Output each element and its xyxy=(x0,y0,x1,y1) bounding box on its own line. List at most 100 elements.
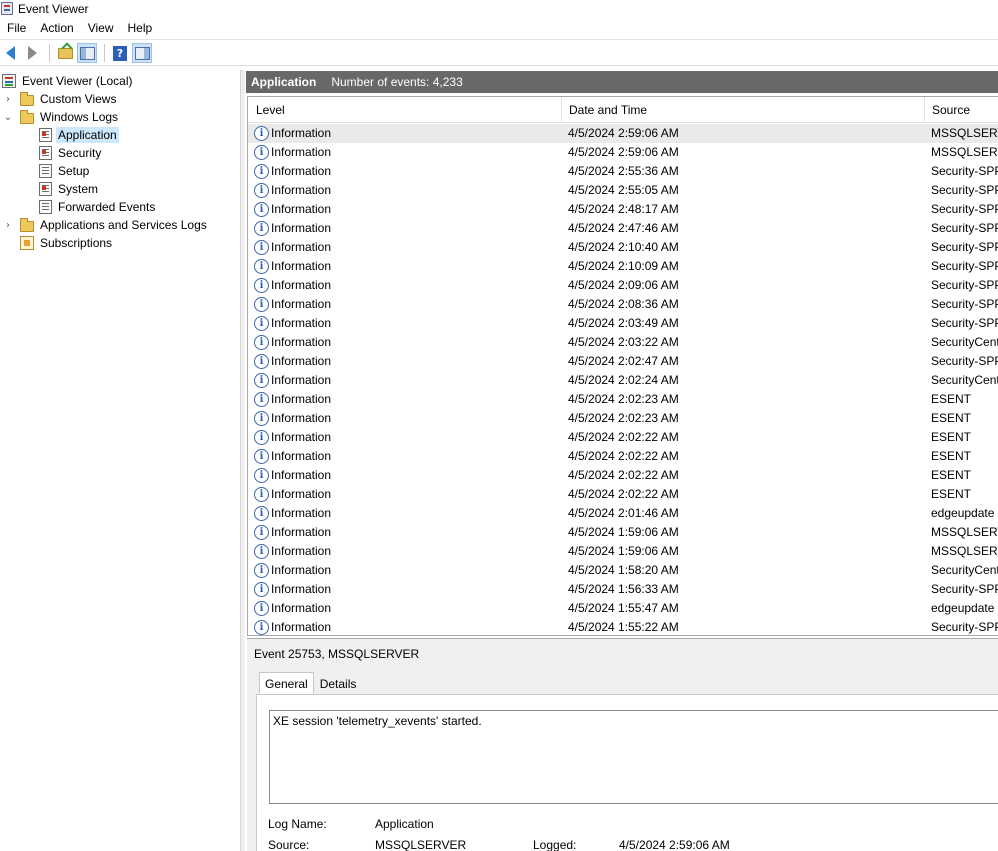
tree-item-subscriptions[interactable]: Subscriptions xyxy=(20,234,114,252)
show-hide-console-tree-button[interactable] xyxy=(77,43,97,63)
cell-source: Security-SPP xyxy=(931,354,998,368)
table-row[interactable]: i Information 4/5/2024 1:58:20 AM SecurityC… xyxy=(248,561,998,580)
forward-button[interactable] xyxy=(22,43,42,63)
up-folder-button[interactable] xyxy=(55,43,75,63)
table-row[interactable]: i Information 4/5/2024 2:02:47 AM Security-… xyxy=(248,352,998,371)
information-icon: i xyxy=(254,202,269,217)
cell-level: Information xyxy=(271,316,332,330)
events-grid: Level Date and Time Source i Information 4… xyxy=(247,96,998,636)
table-row[interactable]: i Information 4/5/2024 2:01:46 AM edgeupdat… xyxy=(248,504,998,523)
cell-level: Information xyxy=(271,126,332,140)
help-button[interactable]: ? xyxy=(110,43,130,63)
cell-source: Security-SPP xyxy=(931,202,998,216)
table-row[interactable]: i Information 4/5/2024 2:02:23 AM ESENT xyxy=(248,390,998,409)
tree-item-windows-logs[interactable]: Windows Logs xyxy=(20,108,120,126)
table-row[interactable]: i Information 4/5/2024 2:10:40 AM Security-… xyxy=(248,238,998,257)
show-hide-action-pane-button[interactable] xyxy=(132,43,152,63)
tree-item-custom-views[interactable]: Custom Views xyxy=(20,90,118,108)
table-row[interactable]: i Information 4/5/2024 2:10:09 AM Security-… xyxy=(248,257,998,276)
information-icon: i xyxy=(254,278,269,293)
table-row[interactable]: i Information 4/5/2024 2:09:06 AM Security-… xyxy=(248,276,998,295)
information-icon: i xyxy=(254,430,269,445)
table-row[interactable]: i Information 4/5/2024 2:48:17 AM Security-… xyxy=(248,200,998,219)
cell-source: SecurityCenter xyxy=(931,373,998,387)
chevron-down-icon[interactable]: ⌄ xyxy=(3,112,13,123)
cell-date-time: 4/5/2024 1:59:06 AM xyxy=(568,525,679,539)
event-description-box[interactable]: XE session 'telemetry_xevents' started. xyxy=(269,710,998,804)
cell-source: MSSQLSERVER xyxy=(931,544,998,558)
cell-source: ESENT xyxy=(931,449,972,463)
table-row[interactable]: i Information 4/5/2024 1:55:22 AM Security-… xyxy=(248,618,998,635)
show-hide-action-pane-icon xyxy=(134,46,150,60)
table-row[interactable]: iInformation 4/5/2024 1:59:06 AM MSSQLSERV… xyxy=(248,542,998,561)
cell-level: Information xyxy=(271,563,332,577)
cell-level: Information xyxy=(271,449,332,463)
tree-item-security[interactable]: Security xyxy=(39,144,103,162)
chevron-right-icon[interactable]: › xyxy=(3,220,13,231)
column-header-date-time[interactable]: Date and Time xyxy=(562,97,924,123)
table-row[interactable]: i Information 4/5/2024 2:02:22 AM ESENT xyxy=(248,428,998,447)
column-header-source[interactable]: Source xyxy=(925,97,998,123)
back-icon xyxy=(5,46,15,60)
menu-help[interactable]: Help xyxy=(121,17,160,40)
tree-item-event-viewer-local[interactable]: Event Viewer (Local) xyxy=(2,72,135,90)
table-row[interactable]: i Information 4/5/2024 2:02:23 AM ESENT xyxy=(248,409,998,428)
cell-date-time: 4/5/2024 2:02:22 AM xyxy=(568,487,679,501)
cell-level: Information xyxy=(271,297,332,311)
cell-level: Information xyxy=(271,506,332,520)
table-row[interactable]: i Information 4/5/2024 2:55:36 AM Security-… xyxy=(248,162,998,181)
console-tree: Event Viewer (Local) › Custom Views ⌄ Wi… xyxy=(0,70,240,851)
table-row[interactable]: iInformation 4/5/2024 1:59:06 AM MSSQLSERV… xyxy=(248,523,998,542)
table-row[interactable]: i Information 4/5/2024 2:47:46 AM Security-… xyxy=(248,219,998,238)
information-icon: i xyxy=(254,392,269,407)
table-row[interactable]: i Information 4/5/2024 1:55:47 AM edgeupdat… xyxy=(248,599,998,618)
menu-view[interactable]: View xyxy=(81,17,121,40)
folder-icon xyxy=(20,109,34,124)
information-icon: i xyxy=(254,525,269,540)
table-row[interactable]: i Information 4/5/2024 2:03:49 AM Security-… xyxy=(248,314,998,333)
tab-general[interactable]: General xyxy=(259,672,314,694)
table-row[interactable]: i Information 4/5/2024 2:08:36 AM Security-… xyxy=(248,295,998,314)
tab-details[interactable]: Details xyxy=(314,672,363,694)
tree-item-system[interactable]: System xyxy=(39,180,100,198)
cell-source: MSSQLSERVER xyxy=(931,525,998,539)
table-row[interactable]: i Information 4/5/2024 2:02:24 AM SecurityC… xyxy=(248,371,998,390)
cell-date-time: 4/5/2024 2:47:46 AM xyxy=(568,221,679,235)
logged-value: 4/5/2024 2:59:06 AM xyxy=(619,838,730,851)
detail-tabs: General Details xyxy=(259,672,362,694)
tree-item-label: System xyxy=(58,182,99,196)
menu-action[interactable]: Action xyxy=(33,17,80,40)
table-row[interactable]: i Information 4/5/2024 2:02:22 AM ESENT xyxy=(248,447,998,466)
cell-date-time: 4/5/2024 2:01:46 AM xyxy=(568,506,679,520)
cell-level: Information xyxy=(271,354,332,368)
toolbar: ? xyxy=(0,41,998,66)
table-row[interactable]: i Information 4/5/2024 2:03:22 AM SecurityC… xyxy=(248,333,998,352)
information-icon: i xyxy=(254,487,269,502)
column-header-level[interactable]: Level xyxy=(249,97,561,123)
cell-level: Information xyxy=(271,202,332,216)
back-button[interactable] xyxy=(0,43,20,63)
cell-source: Security-SPP xyxy=(931,316,998,330)
table-row[interactable]: iInformation 4/5/2024 2:59:06 AM MSSQLSERV… xyxy=(248,124,998,143)
log-name-value: Application xyxy=(375,817,434,831)
table-row[interactable]: i Information 4/5/2024 2:02:22 AM ESENT xyxy=(248,466,998,485)
information-icon: i xyxy=(254,468,269,483)
table-row[interactable]: i Information 4/5/2024 2:02:22 AM ESENT xyxy=(248,485,998,504)
table-row[interactable]: i Information 4/5/2024 2:55:05 AM Security-… xyxy=(248,181,998,200)
pane-splitter[interactable] xyxy=(240,70,245,851)
cell-date-time: 4/5/2024 2:02:22 AM xyxy=(568,449,679,463)
tree-item-forwarded-events[interactable]: Forwarded Events xyxy=(39,198,157,216)
table-row[interactable]: i Information 4/5/2024 1:56:33 AM Security-… xyxy=(248,580,998,599)
subscriptions-icon xyxy=(20,236,34,250)
cell-source: MSSQLSERVER xyxy=(931,145,998,159)
tree-item-applications-and-services-logs[interactable]: Applications and Services Logs xyxy=(20,216,209,234)
tree-item-application[interactable]: Application xyxy=(39,126,119,144)
tree-item-setup[interactable]: Setup xyxy=(39,162,91,180)
chevron-right-icon[interactable]: › xyxy=(3,94,13,105)
menu-file[interactable]: File xyxy=(0,17,33,40)
cell-source: Security-SPP xyxy=(931,582,998,596)
source-value: MSSQLSERVER xyxy=(375,838,467,851)
forwarded-events-log-icon xyxy=(39,200,52,214)
cell-date-time: 4/5/2024 1:58:20 AM xyxy=(568,563,679,577)
table-row[interactable]: iInformation 4/5/2024 2:59:06 AM MSSQLSERV… xyxy=(248,143,998,162)
